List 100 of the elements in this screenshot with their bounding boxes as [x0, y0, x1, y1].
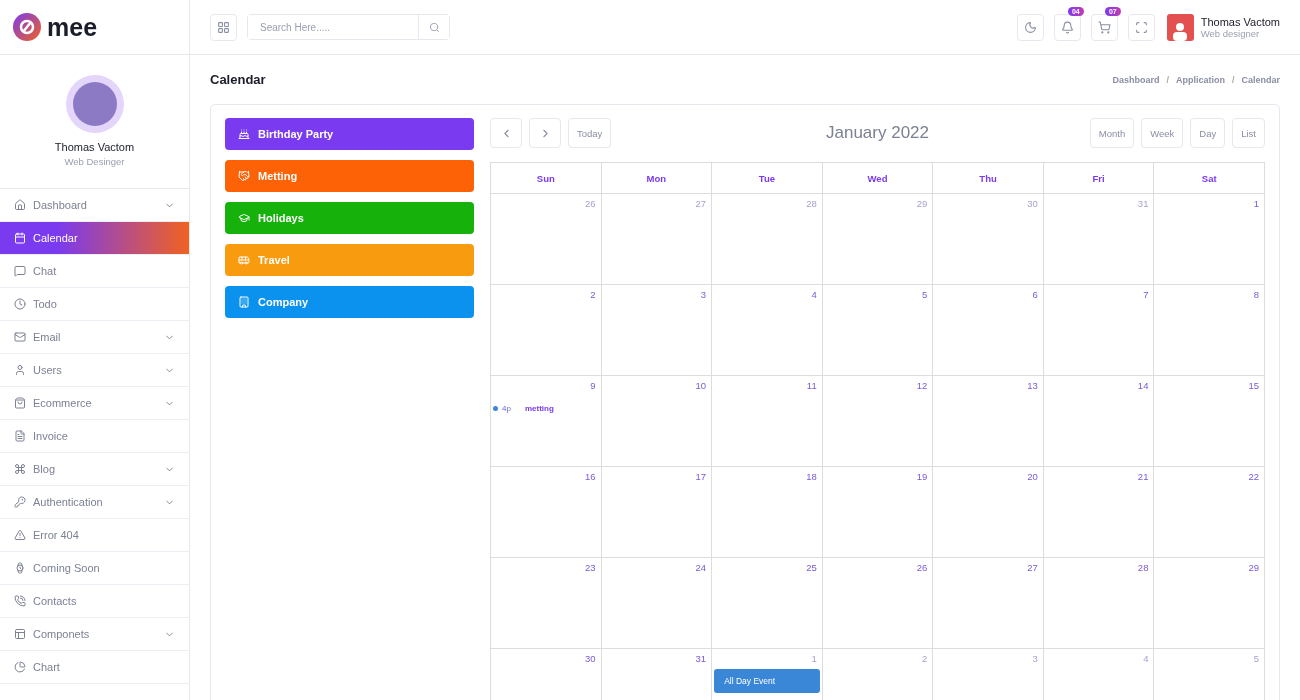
fullscreen-icon [1134, 20, 1148, 34]
chat-icon [14, 265, 26, 277]
cake-icon [238, 128, 250, 140]
day-number[interactable]: 25 [803, 561, 820, 574]
logo-icon [13, 13, 41, 41]
day-number[interactable]: 14 [1134, 379, 1152, 392]
event-time: 4p [502, 404, 511, 413]
day-number[interactable]: 31 [692, 652, 710, 665]
day-number[interactable]: 26 [582, 197, 599, 210]
day-number[interactable]: 30 [582, 652, 599, 665]
profile-name: Thomas Vactom [54, 141, 135, 153]
event-title[interactable]: metting [524, 404, 554, 413]
day-number[interactable]: 6 [1029, 288, 1041, 301]
day-number[interactable]: 27 [1024, 561, 1041, 574]
day-number[interactable]: 4 [1140, 652, 1152, 665]
day-number[interactable]: 28 [1134, 561, 1152, 574]
search-icon [428, 21, 440, 33]
category-button[interactable]: Holidays [225, 202, 474, 234]
day-number[interactable]: 30 [1024, 197, 1041, 210]
cart-button[interactable] [1090, 13, 1118, 41]
breadcrumb-link[interactable]: Calendar [1241, 74, 1280, 85]
day-number[interactable]: 15 [1245, 379, 1262, 392]
avatar[interactable] [1166, 13, 1194, 41]
bag-icon [14, 397, 26, 409]
bell-icon [1060, 20, 1074, 34]
day-number[interactable]: 23 [582, 561, 599, 574]
view-button[interactable]: Month [1089, 118, 1135, 148]
event-block[interactable]: All Day Event [714, 669, 820, 693]
day-number[interactable]: 5 [1250, 652, 1262, 665]
key-icon [14, 496, 26, 508]
notification-button[interactable] [1053, 13, 1081, 41]
day-number[interactable]: 21 [1134, 470, 1152, 483]
day-number[interactable]: 2 [919, 652, 931, 665]
day-number[interactable]: 2 [587, 288, 599, 301]
breadcrumb-link[interactable]: Application [1175, 74, 1225, 85]
today-button[interactable]: Today [568, 118, 612, 148]
watch-icon [14, 562, 26, 574]
day-number[interactable]: 20 [1024, 470, 1041, 483]
fullscreen-button[interactable] [1127, 13, 1155, 41]
previous-button[interactable] [490, 118, 522, 148]
dark-mode-button[interactable] [1016, 13, 1044, 41]
user-role: Web designer [1200, 27, 1261, 39]
day-number[interactable]: 17 [692, 470, 710, 483]
layout-icon [14, 628, 26, 640]
day-number[interactable]: 8 [1250, 288, 1262, 301]
category-button[interactable]: Company [225, 286, 474, 318]
home-icon [14, 199, 26, 211]
weekday-header: Fri [1043, 163, 1155, 194]
day-number[interactable]: 13 [1024, 379, 1041, 392]
weekday-header: Tue [712, 163, 823, 194]
apps-button[interactable] [210, 13, 237, 41]
weekday-header: Sun [491, 163, 602, 194]
day-number[interactable]: 31 [1134, 197, 1152, 210]
day-number[interactable]: 24 [692, 561, 710, 574]
day-number[interactable]: 9 [587, 379, 599, 392]
user-icon [14, 364, 26, 376]
day-number[interactable]: 1 [808, 652, 820, 665]
day-number[interactable]: 22 [1245, 470, 1262, 483]
view-button[interactable]: Week [1141, 118, 1184, 148]
category-button[interactable]: Travel [225, 244, 474, 276]
calendar-icon [14, 232, 26, 244]
command-icon [14, 463, 26, 475]
day-number[interactable]: 3 [697, 288, 710, 301]
day-number[interactable]: 7 [1140, 288, 1152, 301]
view-button[interactable]: Day [1190, 118, 1226, 148]
category-button[interactable]: Metting [225, 160, 474, 192]
day-number[interactable]: 19 [913, 470, 931, 483]
clock-icon [14, 298, 26, 310]
month-title: January 2022 [826, 123, 929, 143]
handshake-icon [238, 170, 250, 182]
day-number[interactable]: 28 [803, 197, 820, 210]
sidebar-item[interactable]: Calendar [0, 222, 189, 255]
cart-icon [1097, 20, 1111, 34]
day-number[interactable]: 4 [808, 288, 820, 301]
day-number[interactable]: 18 [803, 470, 820, 483]
search-button[interactable] [418, 15, 449, 39]
day-number[interactable]: 27 [692, 197, 710, 210]
day-number[interactable]: 1 [1250, 197, 1262, 210]
category-button[interactable]: Birthday Party [225, 118, 474, 150]
day-number[interactable]: 3 [1029, 652, 1041, 665]
profile-role: Web Desinger [64, 156, 125, 167]
next-button[interactable] [529, 118, 561, 148]
breadcrumb-link[interactable]: Dashboard [1112, 74, 1160, 85]
weekday-header: Mon [601, 163, 713, 194]
user-name: Thomas Vactom [1200, 15, 1280, 28]
day-number[interactable]: 26 [913, 561, 931, 574]
day-number[interactable]: 10 [692, 379, 710, 392]
breadcrumb-separator: / [1166, 74, 1169, 85]
weekday-header: Wed [822, 163, 934, 194]
breadcrumb-separator: / [1231, 74, 1235, 85]
mail-icon [14, 331, 26, 343]
moon-icon [1023, 20, 1037, 34]
view-button[interactable]: List [1232, 118, 1265, 148]
day-number[interactable]: 29 [1245, 561, 1262, 574]
day-number[interactable]: 11 [803, 379, 820, 392]
day-number[interactable]: 16 [582, 470, 599, 483]
day-number[interactable]: 12 [913, 379, 931, 392]
day-number[interactable]: 5 [919, 288, 931, 301]
day-number[interactable]: 29 [913, 197, 931, 210]
search-field[interactable]: Search Here..... [247, 14, 450, 40]
